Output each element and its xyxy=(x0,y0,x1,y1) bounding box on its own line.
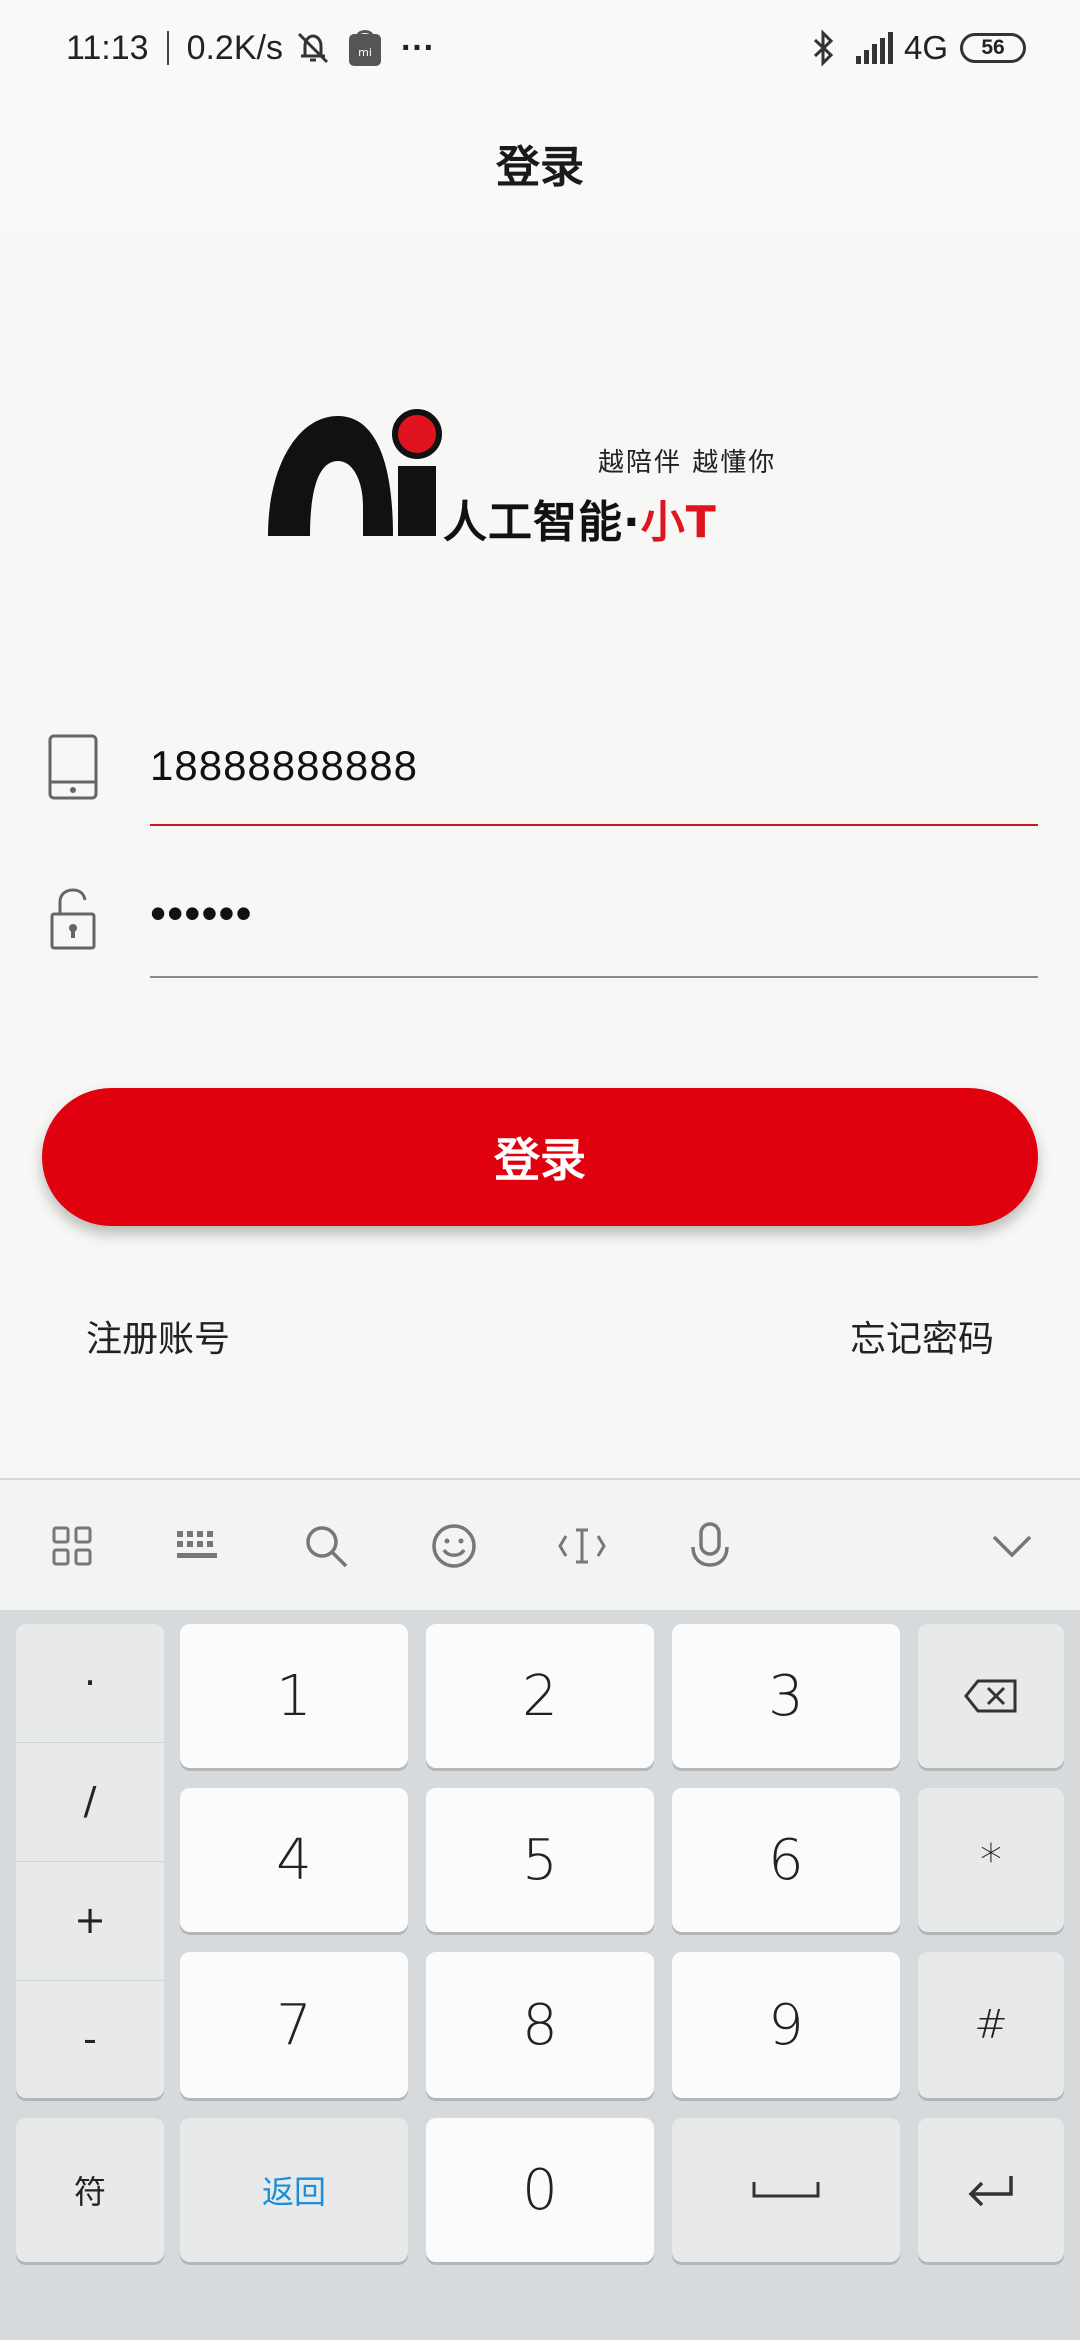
network-speed: 0.2K/s xyxy=(186,28,283,67)
status-divider xyxy=(166,31,169,65)
signal-icon xyxy=(855,32,893,64)
key-minus[interactable]: - xyxy=(16,1980,164,2098)
backspace-key[interactable] xyxy=(918,1624,1064,1768)
status-right: 4G 56 xyxy=(808,24,1026,72)
key-7[interactable]: 7 xyxy=(180,1952,408,2098)
register-link[interactable]: 注册账号 xyxy=(86,1310,230,1362)
battery-level: 56 xyxy=(981,36,1005,59)
mute-bell-icon xyxy=(297,32,329,64)
brand-text: 人工智能 xyxy=(443,497,623,548)
status-bar: 11:13 0.2K/s mi ··· 4G 56 xyxy=(0,0,1080,96)
symbols-key[interactable]: 符 xyxy=(16,2118,164,2262)
mi-app-icon: mi xyxy=(348,30,381,66)
space-key[interactable] xyxy=(672,2118,900,2262)
chevron-down-icon[interactable] xyxy=(972,1506,1052,1586)
key-4[interactable]: 4 xyxy=(180,1788,408,1932)
brand-red-text: 小T xyxy=(640,497,717,548)
key-hash[interactable]: # xyxy=(918,1952,1064,2098)
phone-underline xyxy=(150,824,1038,826)
battery-indicator: 56 xyxy=(960,33,1026,63)
page-title: 登录 xyxy=(496,142,584,193)
keyboard-toolbar xyxy=(0,1478,1080,1610)
key-5[interactable]: 5 xyxy=(426,1788,654,1932)
back-key-label: 返回 xyxy=(261,2173,326,2211)
symbol-column: · / + - xyxy=(16,1624,164,2098)
enter-icon xyxy=(968,2176,1013,2207)
key-8[interactable]: 8 xyxy=(426,1952,654,2098)
brand-logo: 越陪伴 越懂你 人工智能·小T xyxy=(268,406,828,548)
ai-logo-mark xyxy=(268,409,442,536)
phone-icon xyxy=(48,734,98,800)
enter-key[interactable] xyxy=(918,2118,1064,2262)
password-underline xyxy=(150,976,1038,978)
password-field-row: •••••• xyxy=(0,872,1080,982)
back-key[interactable]: 返回 xyxy=(180,2118,408,2262)
search-icon[interactable] xyxy=(286,1506,366,1586)
space-icon xyxy=(752,2182,820,2198)
grid-icon[interactable] xyxy=(32,1506,112,1586)
phone-field-row: 18888888888 xyxy=(0,722,1080,832)
key-6[interactable]: 6 xyxy=(672,1788,900,1932)
password-input[interactable]: •••••• xyxy=(150,886,253,940)
status-left: 11:13 0.2K/s mi ··· xyxy=(66,24,445,72)
key-1[interactable]: 1 xyxy=(180,1624,408,1768)
backspace-icon xyxy=(964,1679,1017,1713)
more-notifications: ··· xyxy=(400,28,435,67)
key-2[interactable]: 2 xyxy=(426,1624,654,1768)
brand-name: 人工智能·小T xyxy=(443,486,717,550)
clock: 11:13 xyxy=(66,28,149,67)
key-slash[interactable]: / xyxy=(16,1742,164,1860)
emoji-icon[interactable] xyxy=(414,1506,494,1586)
brand-dot: · xyxy=(623,497,641,548)
key-9[interactable]: 9 xyxy=(672,1952,900,2098)
title-bar: 登录 xyxy=(0,96,1080,230)
forgot-password-link[interactable]: 忘记密码 xyxy=(850,1310,994,1362)
login-button[interactable]: 登录 xyxy=(42,1088,1038,1226)
microphone-icon[interactable] xyxy=(670,1506,750,1586)
phone-input[interactable]: 18888888888 xyxy=(150,742,418,790)
key-dot[interactable]: · xyxy=(16,1624,164,1742)
network-type: 4G xyxy=(903,29,948,66)
key-asterisk[interactable]: * xyxy=(918,1788,1064,1932)
svg-text:mi: mi xyxy=(358,46,372,59)
cursor-icon[interactable] xyxy=(542,1506,622,1586)
bluetooth-icon xyxy=(813,29,834,67)
keyboard-icon[interactable] xyxy=(158,1506,238,1586)
key-3[interactable]: 3 xyxy=(672,1624,900,1768)
unlock-icon xyxy=(50,888,96,950)
slogan: 越陪伴 越懂你 xyxy=(598,448,777,478)
numeric-keyboard: · / + - 1 2 3 4 5 6 * 7 8 9 # 符 返回 0 xyxy=(0,1610,1080,2340)
key-0[interactable]: 0 xyxy=(426,2118,654,2262)
key-plus[interactable]: + xyxy=(16,1861,164,1979)
